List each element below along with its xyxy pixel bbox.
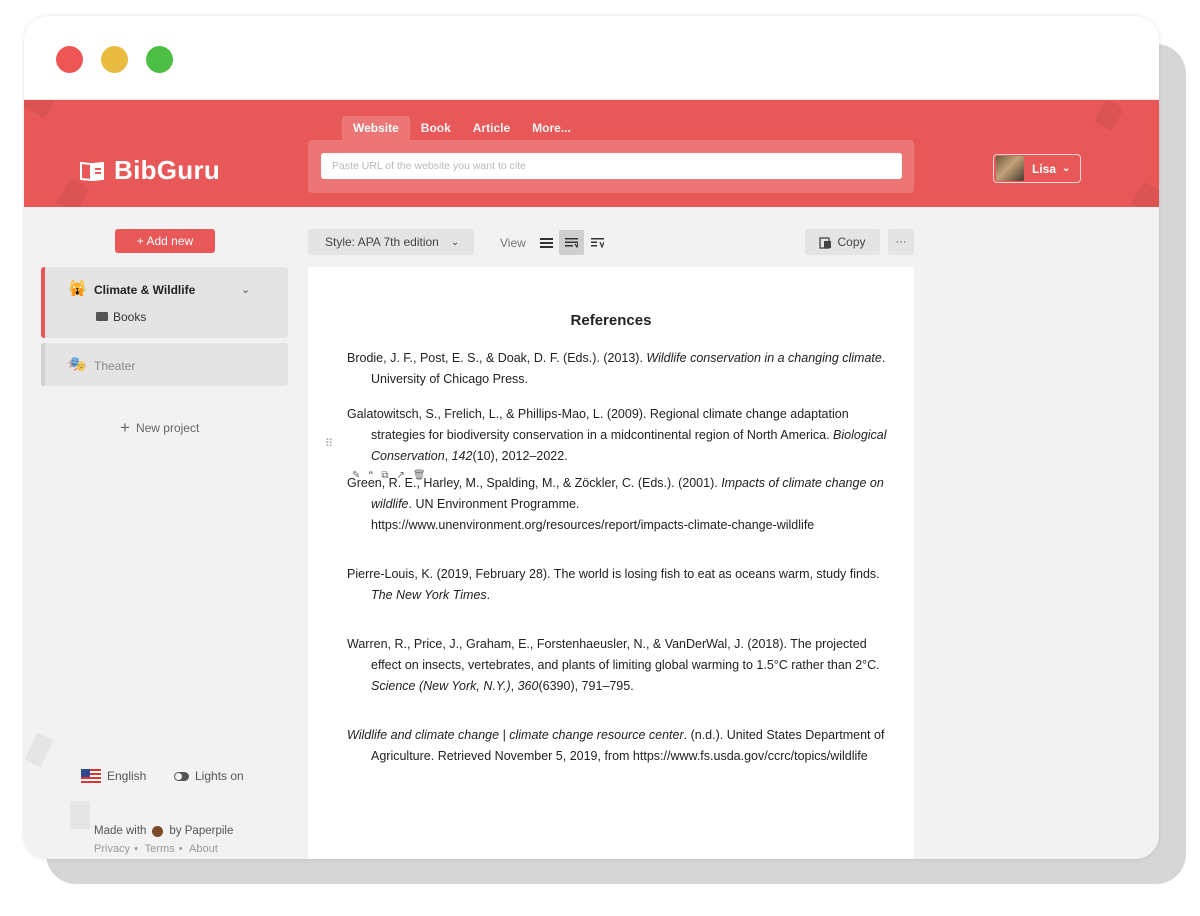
citation-toolbar: Style: APA 7th edition ⌄ View Copy ··· <box>308 229 914 255</box>
reference-text: . UN Environment Programme. https://www.… <box>371 497 815 532</box>
about-link[interactable]: About <box>189 843 218 855</box>
decor-shape <box>24 100 57 119</box>
reference-text: Green, R. E., Harley, M., Spalding, M., … <box>347 476 722 490</box>
avatar <box>996 156 1024 181</box>
reference-text: The New York Times <box>371 588 487 602</box>
reference-text: 142 <box>451 449 473 463</box>
user-menu-button[interactable]: Lisa ⌄ <box>993 154 1081 183</box>
decor-shape <box>1093 100 1125 132</box>
reference-text: Wildlife conservation in a changing clim… <box>646 351 882 365</box>
toggle-icon <box>174 771 189 781</box>
brand-logo[interactable]: BibGuru <box>80 155 220 186</box>
tab-book[interactable]: Book <box>410 116 462 140</box>
chevron-down-icon: ⌄ <box>450 236 460 248</box>
privacy-link[interactable]: Privacy <box>94 843 130 855</box>
reference-entry[interactable]: Warren, R., Price, J., Graham, E., Forst… <box>347 634 889 697</box>
reference-text: Galatowitsch, S., Frelich, L., & Phillip… <box>347 407 849 442</box>
title-bar <box>24 16 1159 100</box>
reference-text: Warren, R., Price, J., Graham, E., Forst… <box>347 637 880 672</box>
sidebar-item-theater[interactable]: 🎭 Theater <box>41 343 288 386</box>
decor-shape <box>1131 181 1159 207</box>
decor-shape <box>70 801 90 829</box>
new-project-label: New project <box>135 421 200 435</box>
app-body: + Add new 🙀 Climate & Wildlife ⌄ Books 🎭… <box>24 207 1159 859</box>
chevron-down-icon: ⌄ <box>1062 163 1071 174</box>
tab-article[interactable]: Article <box>462 116 521 140</box>
us-flag-icon <box>81 769 101 783</box>
plus-icon: + <box>120 418 130 437</box>
lights-toggle[interactable]: Lights on <box>174 769 244 783</box>
list-icon <box>540 238 553 248</box>
minimize-window-button[interactable] <box>101 46 128 73</box>
decor-shape <box>24 732 54 768</box>
reference-entry[interactable]: Green, R. E., Harley, M., Spalding, M., … <box>347 473 889 536</box>
reference-text: Brodie, J. F., Post, E. S., & Doak, D. F… <box>347 351 647 365</box>
reference-entry[interactable]: Galatowitsch, S., Frelich, L., & Phillip… <box>347 404 889 467</box>
sidebar: + Add new 🙀 Climate & Wildlife ⌄ Books 🎭… <box>24 207 296 859</box>
app-window: BibGuru Website Book Article More... Lis… <box>24 16 1159 859</box>
chevron-down-icon[interactable]: ⌄ <box>241 283 250 296</box>
lights-label: Lights on <box>195 769 244 783</box>
reference-text: Wildlife and climate change | climate ch… <box>347 728 684 742</box>
more-options-button[interactable]: ··· <box>888 229 914 255</box>
language-label: English <box>107 769 147 783</box>
maximize-window-button[interactable] <box>146 46 173 73</box>
drag-handle-icon[interactable]: ⠿ <box>325 439 334 450</box>
view-formatted-button[interactable] <box>559 230 584 255</box>
citation-style-select[interactable]: Style: APA 7th edition ⌄ <box>308 229 474 255</box>
made-with-credit: Made with by Paperpile <box>94 825 233 837</box>
cat-emoji-icon: 🙀 <box>68 280 87 297</box>
clipboard-icon <box>819 236 832 249</box>
reference-text: Pierre-Louis, K. (2019, February 28). Th… <box>347 567 880 581</box>
view-list-button[interactable] <box>534 230 559 255</box>
reference-text: . <box>486 588 491 602</box>
app-header: BibGuru Website Book Article More... Lis… <box>24 100 1159 207</box>
tab-more[interactable]: More... <box>521 116 582 140</box>
new-project-button[interactable]: + New project <box>120 418 199 438</box>
reference-text: Science (New York, N.Y.) <box>371 679 511 693</box>
reference-entry[interactable]: Brodie, J. F., Post, E. S., & Doak, D. F… <box>347 348 889 390</box>
project-name: Climate & Wildlife <box>94 283 196 297</box>
folder-icon <box>96 312 108 321</box>
made-with-suffix[interactable]: by Paperpile <box>169 825 233 837</box>
reference-document: References ⠿ ✎ “ ⧉ ↗ 🗑 Brodie, J. F., Po… <box>308 267 914 859</box>
view-compact-button[interactable] <box>585 230 610 255</box>
folder-books[interactable]: Books <box>113 310 146 324</box>
reference-entry[interactable]: Wildlife and climate change | climate ch… <box>347 725 889 767</box>
reference-text: 360 <box>517 679 539 693</box>
source-type-tabs: Website Book Article More... <box>342 116 582 140</box>
tab-website[interactable]: Website <box>342 116 410 140</box>
brand-name: BibGuru <box>114 155 221 185</box>
project-name: Theater <box>94 359 136 373</box>
footer-links: Privacy • Terms • About <box>94 843 222 855</box>
page-title: References <box>570 312 652 329</box>
language-selector[interactable]: English <box>81 769 146 783</box>
terms-link[interactable]: Terms <box>145 843 175 855</box>
sidebar-item-climate-wildlife[interactable]: 🙀 Climate & Wildlife ⌄ Books <box>41 267 288 338</box>
reference-list: Brodie, J. F., Post, E. S., & Doak, D. F… <box>347 348 889 767</box>
close-window-button[interactable] <box>56 46 83 73</box>
reference-text: , <box>510 679 518 693</box>
reference-text: , <box>444 449 452 463</box>
user-name: Lisa <box>1032 161 1057 176</box>
donut-icon <box>152 825 164 837</box>
reference-text: (10), 2012–2022. <box>472 449 568 463</box>
style-label: Style: APA 7th edition <box>325 235 439 249</box>
view-label: View <box>500 236 526 250</box>
book-icon <box>80 161 104 181</box>
url-input[interactable] <box>321 153 902 179</box>
copy-label: Copy <box>837 235 866 249</box>
compact-list-icon <box>591 238 604 248</box>
separator-dot: • <box>178 843 183 855</box>
made-with-prefix: Made with <box>94 825 147 837</box>
add-new-button[interactable]: + Add new <box>115 229 215 253</box>
formatted-list-icon <box>565 238 578 248</box>
reference-entry[interactable]: Pierre-Louis, K. (2019, February 28). Th… <box>347 564 889 606</box>
reference-text: (6390), 791–795. <box>538 679 634 693</box>
copy-button[interactable]: Copy <box>805 229 880 255</box>
separator-dot: • <box>134 843 138 855</box>
theater-masks-icon: 🎭 <box>68 356 87 373</box>
